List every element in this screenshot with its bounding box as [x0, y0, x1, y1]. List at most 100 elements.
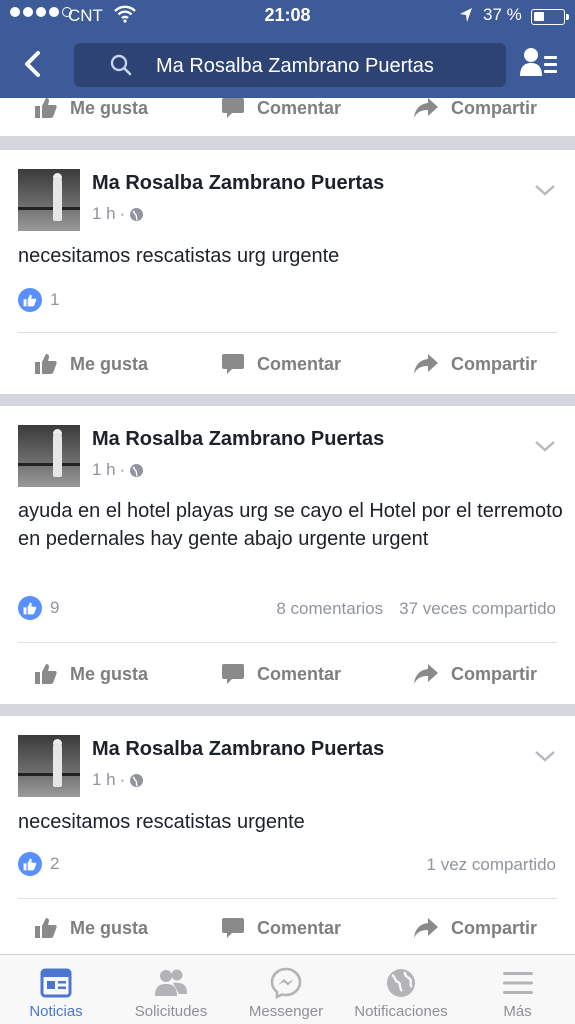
thumbs-up-icon — [35, 98, 57, 118]
comment-button[interactable]: Comentar — [221, 344, 341, 384]
top-bar: CNT 21:08 37 % Ma Rosalba Zambrano Puert… — [0, 0, 575, 98]
comment-label: Comentar — [257, 98, 342, 118]
post-time: 1 h — [92, 204, 116, 223]
post-stats: 1 vez compartido — [427, 855, 556, 875]
tab-notificaciones[interactable]: Notificaciones — [342, 955, 460, 1024]
divider — [18, 898, 557, 899]
divider — [18, 642, 557, 643]
search-icon — [110, 54, 132, 76]
news-feed[interactable]: Me gusta Comentar Compartir Ma Rosalba Z… — [0, 98, 575, 954]
avatar[interactable] — [18, 425, 80, 487]
back-button[interactable] — [18, 48, 50, 80]
post-actions: Me gusta Comentar Compartir — [0, 654, 575, 694]
tab-label: Messenger — [248, 1003, 324, 1020]
share-count[interactable]: 37 veces compartido — [399, 599, 556, 619]
meta-separator: · — [119, 204, 126, 223]
avatar[interactable] — [18, 169, 80, 231]
reaction-summary[interactable]: 2 — [18, 852, 59, 876]
like-label: Me gusta — [70, 917, 149, 938]
post-meta: 1 h · — [92, 770, 144, 790]
tab-noticias[interactable]: Noticias — [0, 955, 112, 1024]
comment-label: Comentar — [257, 353, 342, 374]
thumbs-up-icon — [35, 918, 57, 938]
share-icon — [414, 98, 438, 118]
friend-requests-icon — [155, 969, 187, 996]
comment-button[interactable]: Comentar — [221, 98, 341, 128]
post-time: 1 h — [92, 460, 116, 479]
post-text: necesitamos rescatistas urgente — [18, 811, 305, 833]
like-button[interactable]: Me gusta — [34, 908, 148, 948]
divider — [18, 332, 557, 333]
chevron-down-icon[interactable] — [534, 749, 556, 763]
status-bar: CNT 21:08 37 % — [0, 0, 575, 32]
tab-solicitudes[interactable]: Solicitudes — [112, 955, 230, 1024]
tab-label: Más — [503, 1003, 532, 1020]
thumbs-up-icon — [35, 664, 57, 684]
tab-label: Noticias — [29, 1003, 83, 1020]
like-button[interactable]: Me gusta — [34, 98, 148, 128]
share-count[interactable]: 1 vez compartido — [427, 855, 556, 875]
like-count: 9 — [50, 598, 60, 617]
globe-privacy-icon — [130, 207, 144, 221]
like-label: Me gusta — [70, 353, 149, 374]
reaction-summary[interactable]: 9 — [18, 596, 59, 620]
share-button[interactable]: Compartir — [413, 98, 537, 128]
reaction-summary[interactable]: 1 — [18, 288, 59, 312]
comment-icon — [222, 664, 244, 684]
tab-label: Solicitudes — [134, 1003, 208, 1020]
like-label: Me gusta — [70, 663, 149, 684]
share-label: Compartir — [451, 917, 538, 938]
comment-icon — [222, 354, 244, 374]
like-label: Me gusta — [70, 98, 149, 118]
thumbs-up-icon — [35, 354, 57, 374]
battery-percent: 37 % — [483, 5, 522, 24]
like-reaction-icon — [18, 852, 42, 876]
search-bar[interactable]: Ma Rosalba Zambrano Puertas — [74, 43, 506, 87]
like-button[interactable]: Me gusta — [34, 654, 148, 694]
post-author[interactable]: Ma Rosalba Zambrano Puertas — [92, 172, 384, 195]
post-stats: 8 comentarios 37 veces compartido — [276, 599, 556, 619]
chevron-down-icon[interactable] — [534, 183, 556, 197]
tab-mas[interactable]: Más — [460, 955, 575, 1024]
meta-separator: · — [119, 460, 126, 479]
share-label: Compartir — [451, 353, 538, 374]
chevron-down-icon[interactable] — [534, 439, 556, 453]
post-time: 1 h — [92, 770, 116, 789]
comment-count[interactable]: 8 comentarios — [276, 599, 383, 619]
post-card: Ma Rosalba Zambrano Puertas 1 h · ayuda … — [0, 406, 575, 704]
news-feed-icon — [40, 968, 72, 998]
post-author[interactable]: Ma Rosalba Zambrano Puertas — [92, 738, 384, 761]
search-query[interactable]: Ma Rosalba Zambrano Puertas — [156, 55, 434, 78]
comment-button[interactable]: Comentar — [221, 908, 341, 948]
share-label: Compartir — [451, 98, 538, 118]
messenger-icon — [270, 967, 302, 999]
post-actions: Me gusta Comentar Compartir — [0, 344, 575, 384]
post-meta: 1 h · — [92, 460, 144, 480]
tab-messenger[interactable]: Messenger — [230, 955, 342, 1024]
share-button[interactable]: Compartir — [413, 654, 537, 694]
comment-icon — [222, 918, 244, 938]
comment-icon — [222, 98, 244, 118]
like-reaction-icon — [18, 288, 42, 312]
post-meta: 1 h · — [92, 204, 144, 224]
friend-list-icon[interactable] — [519, 46, 559, 82]
comment-button[interactable]: Comentar — [221, 654, 341, 694]
comment-label: Comentar — [257, 917, 342, 938]
battery-icon — [531, 9, 569, 25]
post-card: Ma Rosalba Zambrano Puertas 1 h · necesi… — [0, 716, 575, 954]
location-arrow-icon — [460, 8, 472, 22]
post-actions: Me gusta Comentar Compartir — [0, 908, 575, 948]
post-author[interactable]: Ma Rosalba Zambrano Puertas — [92, 428, 384, 451]
avatar[interactable] — [18, 735, 80, 797]
post-text: ayuda en el hotel playas urg se cayo el … — [18, 500, 563, 550]
globe-privacy-icon — [130, 773, 144, 787]
share-button[interactable]: Compartir — [413, 344, 537, 384]
like-count: 1 — [50, 290, 60, 309]
tab-label: Notificaciones — [354, 1003, 448, 1020]
menu-icon — [502, 972, 533, 994]
share-label: Compartir — [451, 663, 538, 684]
like-button[interactable]: Me gusta — [34, 344, 148, 384]
globe-icon — [387, 969, 415, 997]
like-count: 2 — [50, 854, 60, 873]
share-button[interactable]: Compartir — [413, 908, 537, 948]
